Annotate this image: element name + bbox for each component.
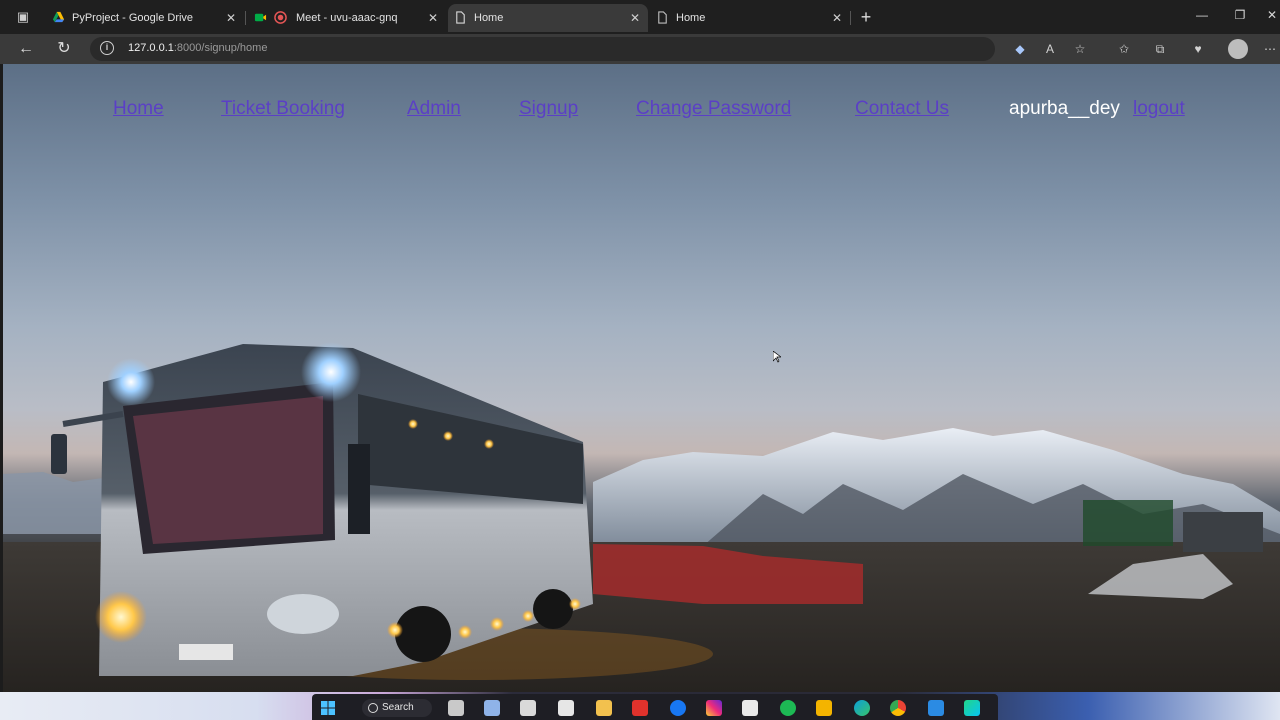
tab-title: PyProject - Google Drive (72, 12, 194, 24)
tab-divider (850, 11, 851, 25)
read-aloud-icon[interactable]: A (1042, 41, 1058, 57)
mail-icon[interactable] (558, 700, 574, 716)
windows-start-icon[interactable] (320, 700, 336, 716)
vscode-icon[interactable] (928, 700, 944, 716)
facebook-icon[interactable] (670, 700, 686, 716)
spotify-icon[interactable] (780, 700, 796, 716)
tab-google-drive[interactable]: PyProject - Google Drive ✕ (46, 4, 244, 32)
store-icon[interactable] (742, 700, 758, 716)
search-icon (368, 703, 378, 713)
edge-icon[interactable] (854, 700, 870, 716)
nav-link-signup[interactable]: Signup (519, 98, 578, 120)
chrome-icon[interactable] (890, 700, 906, 716)
site-navigation: Home Ticket Booking Admin Signup Change … (3, 98, 1280, 122)
tab-home-active[interactable]: Home ✕ (448, 4, 648, 32)
google-meet-icon (254, 13, 267, 22)
close-icon[interactable]: ✕ (630, 4, 640, 32)
widgets-icon[interactable] (484, 700, 500, 716)
nav-link-admin[interactable]: Admin (407, 98, 461, 120)
sublime-text-icon[interactable] (816, 700, 832, 716)
page-icon (456, 11, 465, 24)
file-explorer-icon[interactable] (596, 700, 612, 716)
collections-icon[interactable]: ⧉ (1152, 41, 1168, 57)
tab-home[interactable]: Home ✕ (650, 4, 850, 32)
page-icon (658, 11, 667, 24)
web-page: Home Ticket Booking Admin Signup Change … (3, 64, 1280, 692)
close-icon[interactable]: ✕ (226, 4, 236, 32)
bus-illustration (51, 342, 593, 676)
tab-google-meet[interactable]: Meet - uvu-aaac-gnq ✕ (248, 4, 446, 32)
nav-link-contact-us[interactable]: Contact Us (855, 98, 949, 120)
new-tab-icon[interactable]: + (857, 6, 875, 28)
url-host: 127.0.0.1 (128, 42, 174, 54)
tab-title: Home (676, 12, 706, 24)
pycharm-icon[interactable] (964, 700, 980, 716)
address-bar[interactable]: i 127.0.0.1:8000/signup/home (90, 37, 995, 61)
youtube-icon[interactable] (632, 700, 648, 716)
nav-link-home[interactable]: Home (113, 98, 164, 120)
instagram-icon[interactable] (706, 700, 722, 716)
logout-link[interactable]: logout (1133, 98, 1185, 120)
logged-in-username: apurba__dey (1009, 98, 1120, 119)
site-info-icon[interactable]: i (100, 41, 114, 55)
taskbar-search-label: Search (382, 702, 414, 713)
tab-title: Meet - uvu-aaac-gnq (296, 12, 398, 24)
profile-avatar[interactable] (1228, 39, 1248, 59)
taskbar-search[interactable]: Search (362, 699, 432, 717)
favorites-icon[interactable]: ✩ (1116, 41, 1132, 57)
url-text: 127.0.0.1:8000/signup/home (128, 42, 267, 54)
tab-actions-icon[interactable]: ▣ (14, 8, 32, 26)
task-view-icon[interactable] (448, 700, 464, 716)
google-drive-icon (52, 11, 65, 23)
close-icon[interactable]: ✕ (832, 4, 842, 32)
explorer-window-icon[interactable] (520, 700, 536, 716)
url-path: :8000/signup/home (173, 42, 268, 54)
mouse-cursor-icon (773, 351, 781, 363)
add-favorite-icon[interactable]: ☆ (1072, 41, 1088, 57)
minimize-icon[interactable]: — (1192, 8, 1212, 22)
tab-divider (245, 11, 246, 25)
refresh-icon[interactable]: ↻ (54, 39, 74, 59)
recording-icon (274, 11, 287, 24)
close-icon[interactable]: ✕ (428, 4, 438, 32)
background-image (3, 342, 1280, 692)
os-taskbar: Search (0, 692, 1280, 720)
browser-toolbar: ← ↻ i 127.0.0.1:8000/signup/home ◆ A ☆ ✩… (0, 34, 1280, 64)
close-window-icon[interactable]: ✕ (1262, 8, 1280, 22)
more-menu-icon[interactable]: ⋯ (1262, 41, 1278, 57)
browser-tab-bar: ▣ PyProject - Google Drive ✕ Meet - uvu-… (0, 0, 1280, 34)
extension-icon[interactable]: ◆ (1012, 41, 1028, 57)
back-icon[interactable]: ← (16, 39, 36, 59)
tab-title: Home (474, 12, 504, 24)
restore-icon[interactable]: ❐ (1230, 8, 1250, 22)
taskbar-center: Search (312, 694, 998, 720)
browser-essentials-icon[interactable]: ♥ (1190, 41, 1206, 57)
nav-link-change-password[interactable]: Change Password (636, 98, 791, 120)
nav-link-ticket-booking[interactable]: Ticket Booking (221, 98, 345, 120)
